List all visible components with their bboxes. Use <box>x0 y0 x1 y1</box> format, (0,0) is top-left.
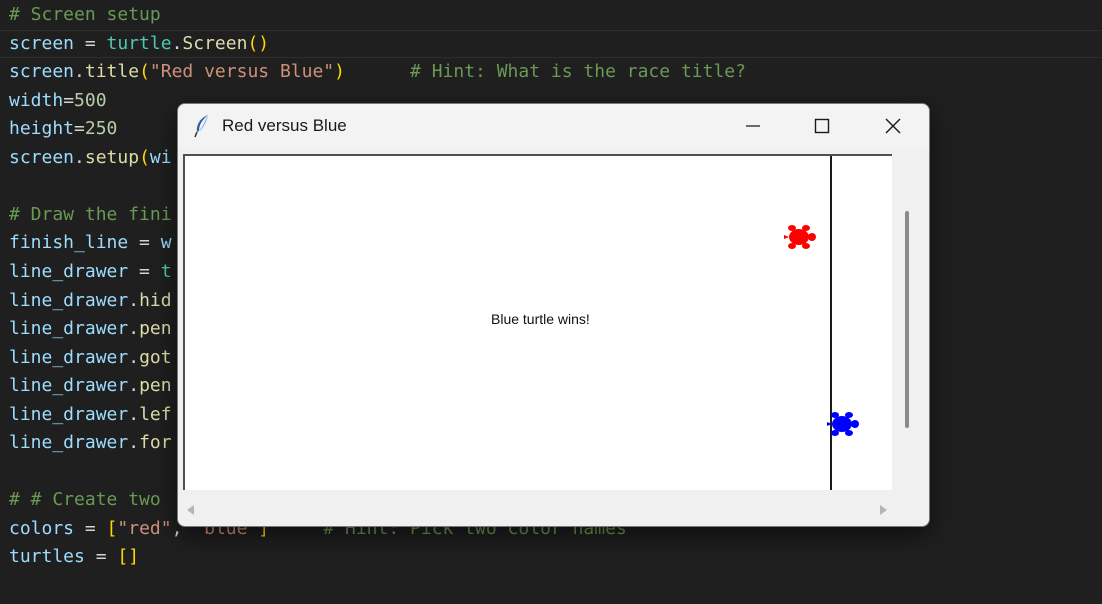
code-token: turtles <box>9 546 85 568</box>
code-token: line_drawer <box>9 403 129 425</box>
code-token: ( <box>139 146 150 168</box>
code-token: . <box>128 403 140 425</box>
code-token: hid <box>139 289 172 311</box>
code-token: line_drawer <box>9 289 129 311</box>
maximize-icon <box>814 118 830 134</box>
code-line: line_drawer.pen <box>9 372 172 400</box>
code-token: line_drawer <box>9 260 129 282</box>
scroll-right-icon[interactable] <box>880 505 887 515</box>
code-token: t <box>160 260 172 282</box>
winner-message: Blue turtle wins! <box>491 311 590 327</box>
code-token: # Draw the fini <box>9 203 172 225</box>
feather-icon <box>192 114 212 138</box>
code-token: line_drawer <box>9 318 129 340</box>
code-line: line_drawer.hid <box>9 287 172 315</box>
code-line: width=500 <box>9 87 107 115</box>
code-token: pen <box>139 375 172 397</box>
code-token: "red" <box>117 517 172 539</box>
code-token: # Hint: What is the race title? <box>410 61 746 83</box>
code-token: ( <box>139 61 150 83</box>
code-token: screen <box>9 32 75 54</box>
code-token: . <box>128 346 140 368</box>
window-title: Red versus Blue <box>222 116 347 135</box>
turtle-graphics-window[interactable]: Red versus Blue Blue turtle wins! <box>177 103 930 527</box>
code-token: setup <box>84 146 140 168</box>
code-token: screen <box>9 146 75 168</box>
vertical-scroll-thumb[interactable] <box>905 211 909 428</box>
code-token: for <box>139 432 172 454</box>
code-token: height <box>9 118 75 140</box>
code-token: = <box>84 546 118 568</box>
close-icon <box>885 118 901 134</box>
vertical-scrollbar[interactable] <box>898 154 918 496</box>
code-token: pen <box>139 318 172 340</box>
scroll-left-icon[interactable] <box>187 505 194 515</box>
code-token: 250 <box>84 118 118 140</box>
code-token: 500 <box>74 89 107 111</box>
code-line: # Screen setup <box>9 1 161 29</box>
code-token: # Screen setup <box>9 4 161 25</box>
code-token: . <box>128 432 140 454</box>
code-line: line_drawer.for <box>9 429 172 457</box>
code-token: = <box>128 260 161 282</box>
code-line: screen = turtle.Screen() <box>9 30 269 58</box>
blue-turtle <box>827 412 859 436</box>
code-token: # # Create two <box>9 489 161 511</box>
code-line: # Draw the fini <box>9 201 172 229</box>
code-token: . <box>128 375 140 397</box>
minimize-icon <box>746 125 760 127</box>
code-token: [] <box>117 546 140 568</box>
code-token: screen <box>9 61 75 83</box>
window-titlebar[interactable]: Red versus Blue <box>178 104 929 148</box>
code-token: finish_line <box>9 232 129 254</box>
code-token: = <box>128 232 161 254</box>
code-token: width <box>9 89 64 111</box>
turtle-canvas[interactable]: Blue turtle wins! <box>183 154 892 490</box>
code-line: screen.title("Red versus Blue") # Hint: … <box>9 58 746 86</box>
close-button[interactable] <box>859 104 927 148</box>
code-token: Screen <box>182 32 248 54</box>
code-token: . <box>74 146 85 168</box>
code-line: height=250 <box>9 115 117 143</box>
minimize-button[interactable] <box>719 104 787 148</box>
code-token: "Red versus Blue" <box>149 61 335 83</box>
finish-line <box>830 156 832 490</box>
code-token: wi <box>149 146 172 168</box>
code-token: . <box>128 289 140 311</box>
code-token: line_drawer <box>9 346 129 368</box>
code-token: title <box>84 61 140 83</box>
code-token: = <box>74 118 85 140</box>
code-token: . <box>171 32 183 54</box>
code-line: line_drawer = t <box>9 258 172 286</box>
code-token: line_drawer <box>9 432 129 454</box>
code-line: line_drawer.lef <box>9 401 172 429</box>
code-line: finish_line = w <box>9 229 172 257</box>
code-token: = <box>74 32 107 54</box>
code-line: line_drawer.pen <box>9 315 172 343</box>
code-token: . <box>74 61 85 83</box>
code-token: lef <box>139 403 172 425</box>
code-token: = <box>74 517 107 539</box>
code-token: got <box>139 346 172 368</box>
code-token: . <box>128 318 140 340</box>
maximize-button[interactable] <box>788 104 856 148</box>
code-token: () <box>247 32 270 54</box>
code-token: turtle <box>106 32 172 54</box>
code-token: colors <box>9 517 75 539</box>
horizontal-scrollbar[interactable] <box>178 496 898 524</box>
code-line: # # Create two <box>9 486 161 514</box>
code-token: ) <box>334 61 345 83</box>
code-token: [ <box>106 517 118 539</box>
code-line: turtles = [] <box>9 543 139 571</box>
code-token: w <box>160 232 172 254</box>
code-token: line_drawer <box>9 375 129 397</box>
code-token: = <box>63 89 75 111</box>
red-turtle <box>784 225 816 249</box>
